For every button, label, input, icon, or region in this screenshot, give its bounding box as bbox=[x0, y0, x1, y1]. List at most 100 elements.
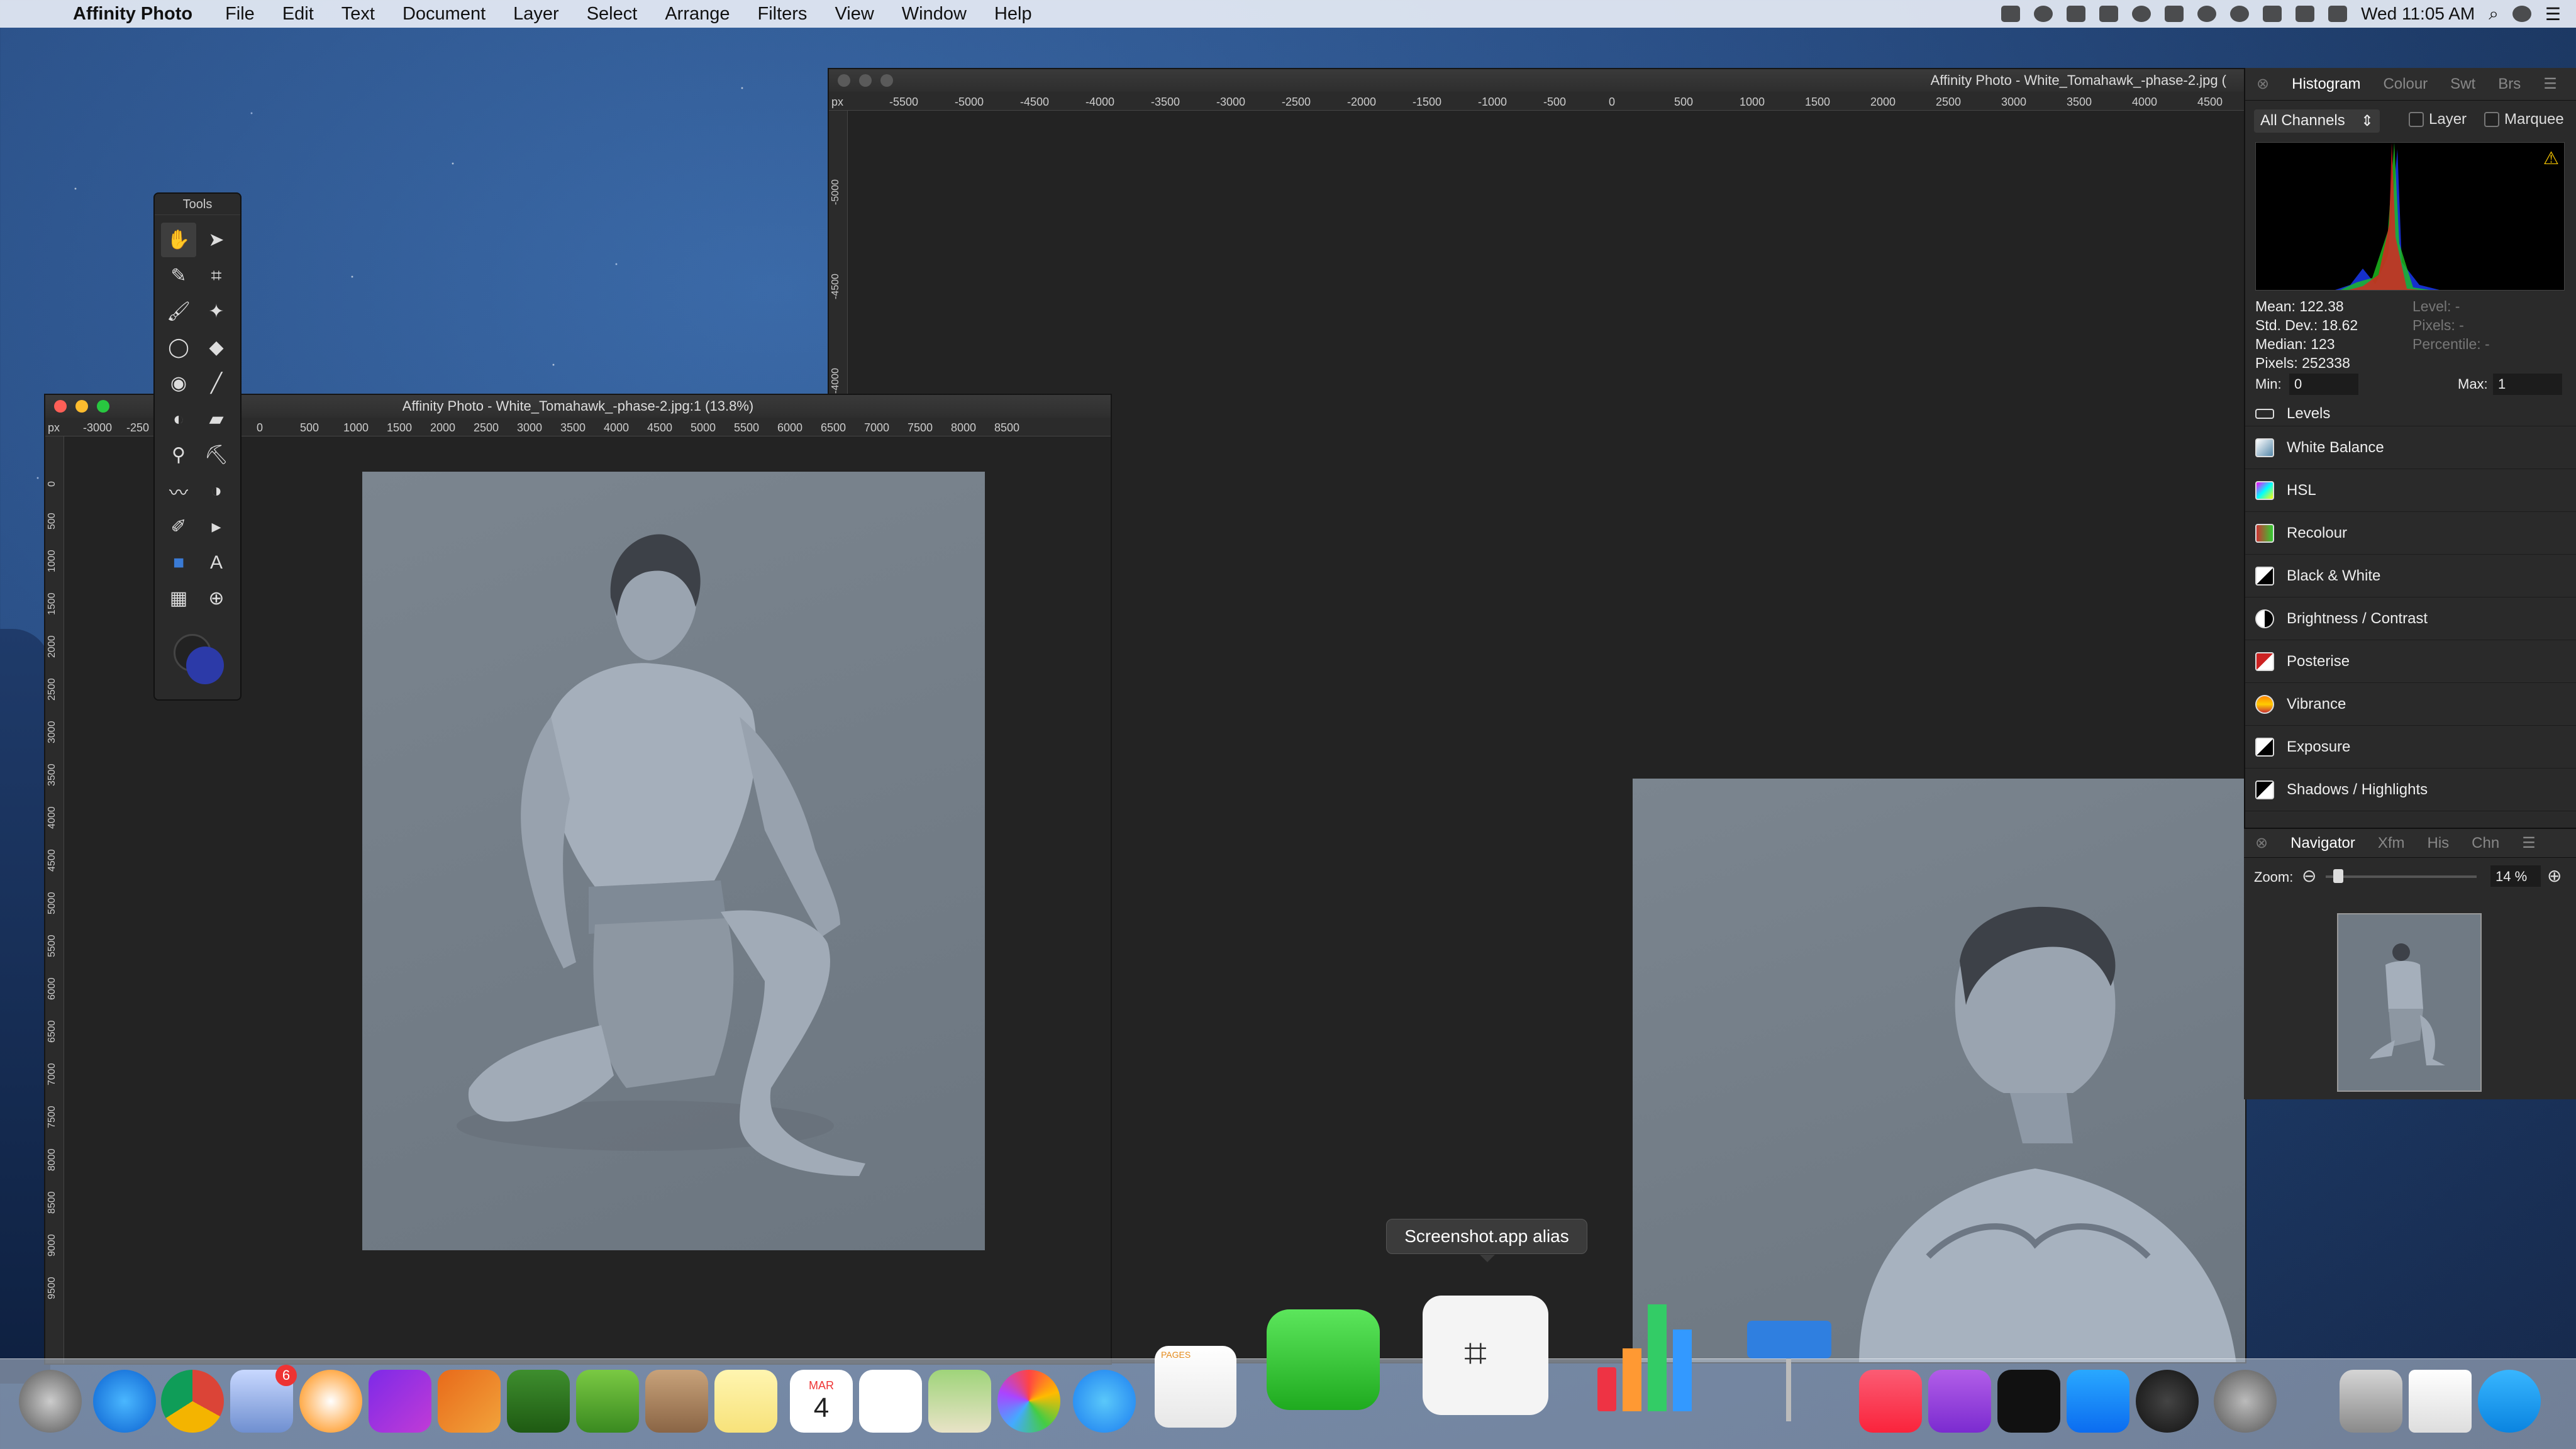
tab-swatches[interactable]: Swt bbox=[2439, 75, 2487, 93]
zoom-slider-thumb[interactable] bbox=[2333, 869, 2343, 883]
menu-window[interactable]: Window bbox=[888, 4, 980, 25]
affinity-photo-icon[interactable] bbox=[369, 1370, 431, 1433]
menu-text[interactable]: Text bbox=[328, 4, 389, 25]
photos-icon[interactable] bbox=[997, 1370, 1060, 1433]
music-icon[interactable] bbox=[1859, 1370, 1922, 1433]
document-canvas-zoomed[interactable] bbox=[1633, 779, 2245, 1362]
selection-brush-tool-icon[interactable]: ✐ bbox=[161, 509, 196, 544]
brush-tool-icon[interactable]: ╱ bbox=[199, 366, 234, 401]
notes-icon[interactable] bbox=[714, 1370, 777, 1433]
calendar-icon[interactable]: MAR 4 bbox=[790, 1370, 853, 1433]
navigator-preview[interactable] bbox=[2337, 913, 2482, 1092]
adjustment-hsl[interactable]: HSL bbox=[2245, 469, 2576, 512]
adjustment-shadows-highlights[interactable]: Shadows / Highlights bbox=[2245, 769, 2576, 811]
siri-icon[interactable] bbox=[2512, 6, 2531, 22]
node-tool-icon[interactable]: ▸ bbox=[199, 509, 234, 544]
zoom-in-icon[interactable]: ⊕ bbox=[2547, 865, 2562, 886]
hand-tool-icon[interactable]: ✋ bbox=[161, 223, 196, 257]
reminders-icon[interactable] bbox=[859, 1370, 922, 1433]
tab-history[interactable]: His bbox=[2416, 835, 2461, 852]
layer-checkbox[interactable]: Layer bbox=[2409, 111, 2467, 128]
gear-badge-icon[interactable] bbox=[2099, 6, 2119, 22]
dodge-tool-icon[interactable]: ◐ bbox=[161, 402, 196, 436]
app-store-icon[interactable] bbox=[2067, 1370, 2129, 1433]
tab-colour[interactable]: Colour bbox=[2372, 75, 2439, 93]
eyedropper-tool-icon[interactable]: ✎ bbox=[161, 258, 196, 293]
tab-brushes[interactable]: Brs bbox=[2487, 75, 2532, 93]
battery-icon[interactable] bbox=[2165, 6, 2184, 22]
facetime-icon[interactable] bbox=[1267, 1309, 1380, 1410]
vertical-ruler[interactable]: 0 500 1000 1500 2000 2500 3000 3500 4000 4500 5000… bbox=[45, 436, 64, 1363]
time-machine-icon[interactable] bbox=[2197, 6, 2217, 22]
creative-cloud-icon[interactable] bbox=[2067, 6, 2086, 22]
apple-tv-icon[interactable] bbox=[1997, 1370, 2060, 1433]
eraser-tool-icon[interactable]: ▰ bbox=[199, 402, 234, 436]
text-tool-icon[interactable]: A bbox=[199, 545, 234, 580]
tab-transform[interactable]: Xfm bbox=[2367, 835, 2416, 852]
keynote-icon[interactable] bbox=[1742, 1321, 1836, 1428]
film-strip-icon[interactable] bbox=[2001, 6, 2021, 22]
smudge-tool-icon[interactable]: 〰 bbox=[161, 474, 196, 508]
menu-edit[interactable]: Edit bbox=[269, 4, 328, 25]
menu-file[interactable]: File bbox=[211, 4, 269, 25]
tab-channels[interactable]: Chn bbox=[2460, 835, 2511, 852]
menu-arrange[interactable]: Arrange bbox=[651, 4, 743, 25]
adjustment-vibrance[interactable]: Vibrance bbox=[2245, 683, 2576, 726]
vpn-icon[interactable] bbox=[576, 1370, 639, 1433]
magnifier-tool-icon[interactable]: ⚲ bbox=[161, 438, 196, 472]
menu-filters[interactable]: Filters bbox=[743, 4, 821, 25]
notification-center-icon[interactable]: ☰ bbox=[2545, 4, 2561, 25]
tools-panel-header[interactable]: Tools bbox=[155, 194, 240, 215]
chrome-icon[interactable] bbox=[161, 1370, 224, 1433]
move-tool-icon[interactable]: ➤ bbox=[199, 223, 234, 257]
mesh-tool-icon[interactable]: ▦ bbox=[161, 581, 196, 616]
channel-select[interactable]: All Channels ⇕ bbox=[2254, 109, 2380, 133]
volume-icon[interactable] bbox=[2328, 6, 2348, 22]
paint-brush-tool-icon[interactable]: 🖌 bbox=[161, 294, 196, 329]
color-swatch[interactable] bbox=[174, 634, 224, 684]
skype-icon[interactable] bbox=[2478, 1370, 2541, 1433]
bluetooth-icon[interactable] bbox=[2230, 6, 2250, 22]
tab-navigator[interactable]: Navigator bbox=[2279, 835, 2367, 852]
adjustment-brightness-contrast[interactable]: Brightness / Contrast bbox=[2245, 597, 2576, 640]
system-preferences-icon[interactable] bbox=[2214, 1370, 2277, 1433]
launchpad-icon[interactable] bbox=[19, 1370, 82, 1433]
adjustment-black-white[interactable]: Black & White bbox=[2245, 555, 2576, 597]
back-window-titlebar[interactable]: Affinity Photo - White_Tomahawk_-phase-2… bbox=[829, 69, 2245, 92]
zoom-tool-icon[interactable]: ⊕ bbox=[199, 581, 234, 616]
menu-document[interactable]: Document bbox=[389, 4, 499, 25]
fill-tool-icon[interactable]: ◆ bbox=[199, 330, 234, 365]
app-menu[interactable]: Affinity Photo bbox=[59, 4, 211, 25]
adjustment-recolour[interactable]: Recolour bbox=[2245, 512, 2576, 555]
panel-close-icon[interactable]: ⊗ bbox=[2244, 834, 2279, 852]
min-field[interactable]: 0 bbox=[2289, 374, 2358, 395]
numbers-icon[interactable] bbox=[1585, 1298, 1717, 1424]
maps-icon[interactable] bbox=[928, 1370, 991, 1433]
zoom-slider[interactable] bbox=[2326, 869, 2477, 883]
checkmark-icon[interactable] bbox=[2034, 6, 2053, 22]
display-icon[interactable] bbox=[2296, 6, 2315, 22]
quicktime-icon[interactable] bbox=[2136, 1370, 2199, 1433]
spotlight-search-icon[interactable]: ⌕ bbox=[2489, 4, 2499, 25]
crop-tool-icon[interactable]: ⌗ bbox=[199, 258, 234, 293]
messages-icon[interactable] bbox=[1073, 1370, 1136, 1433]
horizontal-ruler[interactable]: px -5500 -5000 -4500 -4000 -3500 -3000 -2500 -2… bbox=[829, 92, 2245, 111]
blender-icon[interactable] bbox=[299, 1370, 362, 1433]
wifi-icon[interactable] bbox=[2263, 6, 2282, 22]
rectangle-tool-icon[interactable]: ■ bbox=[161, 545, 196, 580]
cloud-upload-icon[interactable] bbox=[2132, 6, 2151, 22]
menu-layer[interactable]: Layer bbox=[499, 4, 573, 25]
color-picker-tool-icon[interactable]: ◉ bbox=[161, 366, 196, 401]
marquee-checkbox[interactable]: Marquee bbox=[2484, 111, 2564, 128]
document-canvas[interactable] bbox=[362, 472, 985, 1250]
pages-icon[interactable]: PAGES bbox=[1155, 1346, 1236, 1428]
zoom-out-icon[interactable]: ⊖ bbox=[2302, 865, 2316, 886]
safari-icon[interactable] bbox=[93, 1370, 156, 1433]
adjustment-levels[interactable]: Levels bbox=[2245, 401, 2576, 426]
contacts-icon[interactable] bbox=[645, 1370, 708, 1433]
tab-histogram[interactable]: Histogram bbox=[2280, 75, 2372, 93]
panel-close-icon[interactable]: ⊗ bbox=[2245, 75, 2280, 93]
burn-tool-icon[interactable]: ◑ bbox=[199, 474, 234, 508]
zoom-field[interactable]: 14 % bbox=[2490, 865, 2541, 887]
panel-menu-icon[interactable]: ☰ bbox=[2532, 75, 2568, 93]
